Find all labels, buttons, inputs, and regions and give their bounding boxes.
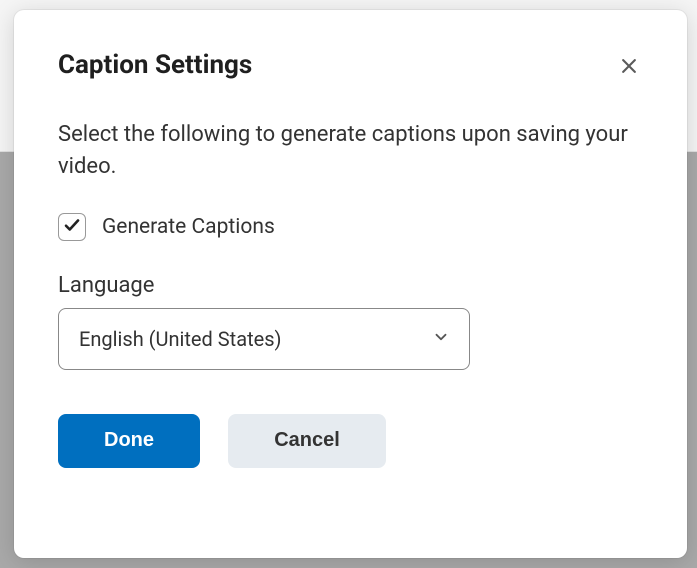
close-icon xyxy=(619,56,639,79)
generate-captions-label: Generate Captions xyxy=(102,215,275,239)
modal-actions: Done Cancel xyxy=(58,414,643,468)
modal-header: Caption Settings xyxy=(58,50,643,83)
language-label: Language xyxy=(58,273,643,298)
language-section: Language English (United States) xyxy=(58,273,643,370)
generate-captions-row: Generate Captions xyxy=(58,213,643,241)
checkmark-icon xyxy=(63,216,81,238)
cancel-button[interactable]: Cancel xyxy=(228,414,386,468)
close-button[interactable] xyxy=(615,52,643,83)
language-select-wrapper: English (United States) xyxy=(58,308,470,370)
done-button[interactable]: Done xyxy=(58,414,200,468)
modal-description: Select the following to generate caption… xyxy=(58,119,643,183)
language-selected-value: English (United States) xyxy=(79,327,282,351)
modal-title: Caption Settings xyxy=(58,50,252,80)
generate-captions-checkbox[interactable] xyxy=(58,213,86,241)
language-select[interactable]: English (United States) xyxy=(58,308,470,370)
caption-settings-modal: Caption Settings Select the following to… xyxy=(14,10,687,558)
